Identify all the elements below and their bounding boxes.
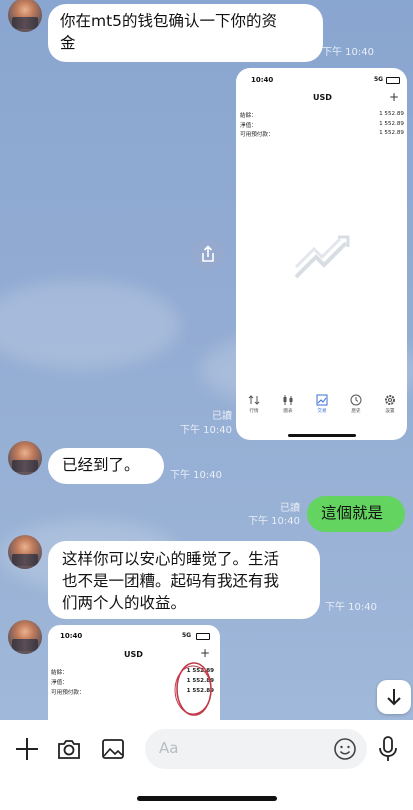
tab-history[interactable]: 歷史 [342, 394, 370, 414]
tab-label: 歷史 [351, 409, 361, 414]
tab-trade[interactable]: 交易 [308, 394, 336, 414]
message-text: 你在mt5的钱包确认一下你的资 [60, 12, 278, 30]
tab-label: 圖表 [283, 409, 293, 414]
free-margin-value: 1 552.89 [379, 130, 404, 136]
tab-quotes[interactable]: 行情 [240, 394, 268, 414]
tab-charts[interactable]: 圖表 [274, 394, 302, 414]
balance-label: 結餘： [51, 670, 68, 676]
read-receipt: 已讀 [280, 503, 300, 514]
balance-label: 結餘： [240, 113, 257, 119]
tab-label: 設置 [385, 409, 395, 414]
message-text: 这样你可以安心的睡觉了。生活 [62, 550, 280, 568]
avatar[interactable] [8, 620, 42, 654]
history-icon [350, 394, 362, 406]
home-indicator [137, 796, 277, 801]
message-time: 下午 10:40 [170, 470, 222, 481]
image-message-mt5-preview[interactable]: 10:40 5G USD + 結餘： 1 552.89 淨值： 1 552.89… [48, 625, 220, 735]
message-time: 下午 10:40 [325, 602, 377, 613]
tab-label: 行情 [249, 409, 259, 414]
equity-label: 淨值： [51, 680, 68, 686]
message-input-placeholder: Aa [159, 739, 179, 757]
currency-title: USD [313, 93, 332, 102]
avatar[interactable] [8, 441, 42, 475]
status-time: 10:40 [251, 76, 274, 84]
scroll-to-bottom-button[interactable] [377, 680, 411, 714]
status-time: 10:40 [60, 632, 83, 640]
free-margin-label: 可用預付款： [51, 690, 85, 696]
empty-trade-icon [294, 235, 350, 279]
tab-label: 交易 [317, 409, 327, 414]
home-indicator [288, 434, 356, 437]
share-icon [202, 245, 214, 262]
currency-title: USD [124, 650, 143, 659]
battery-icon [196, 633, 210, 640]
message-time: 下午 10:40 [248, 516, 300, 527]
add-button: + [389, 90, 400, 104]
message-input[interactable]: Aa [145, 729, 367, 769]
tab-settings[interactable]: 設置 [376, 394, 404, 414]
arrow-down-icon [387, 689, 401, 706]
equity-label: 淨值： [240, 123, 257, 129]
message-bubble-incoming[interactable]: 这样你可以安心的睡觉了。生活 也不是一团糟。起码有我还有我 们两个人的收益。 [48, 541, 320, 619]
add-button: + [200, 646, 211, 660]
read-receipt: 已讀 [212, 411, 232, 422]
microphone-icon[interactable] [376, 735, 400, 763]
mt5-tabbar: 行情 圖表 交易 歷史 設置 [236, 392, 407, 440]
balance-value: 1 552.89 [379, 111, 404, 117]
status-network: 5G [374, 76, 384, 83]
message-time: 下午 10:40 [322, 47, 374, 58]
status-network: 5G [182, 632, 192, 639]
message-text: 這個就是 [321, 504, 384, 522]
message-bubble-outgoing[interactable]: 這個就是 [307, 496, 405, 532]
camera-icon[interactable] [56, 736, 82, 762]
message-text: 金 [60, 34, 76, 52]
handdrawn-circle-mark [174, 662, 212, 716]
message-bubble-incoming[interactable]: 你在mt5的钱包确认一下你的资 金 [48, 4, 323, 62]
plus-icon[interactable] [14, 736, 40, 762]
message-text: 也不是一团糟。起码有我还有我 [62, 572, 280, 590]
gear-icon [385, 395, 395, 405]
updown-arrows-icon [248, 395, 260, 405]
message-text: 已经到了。 [62, 456, 140, 474]
message-bubble-incoming[interactable]: 已经到了。 [48, 448, 164, 484]
free-margin-label: 可用預付款： [240, 132, 274, 138]
message-time: 下午 10:40 [180, 425, 232, 436]
avatar[interactable] [8, 0, 42, 32]
image-message-mt5[interactable]: 10:40 5G USD + 結餘： 1 552.89 淨值： 1 552.89… [236, 68, 407, 440]
share-button[interactable] [192, 238, 224, 270]
image-icon[interactable] [100, 736, 126, 762]
trend-icon [316, 394, 328, 406]
avatar[interactable] [8, 535, 42, 569]
equity-value: 1 552.89 [379, 121, 404, 127]
battery-icon [386, 77, 400, 84]
candles-icon [283, 395, 293, 405]
composer-bar: Aa [0, 720, 413, 810]
message-text: 们两个人的收益。 [62, 594, 187, 612]
emoji-icon[interactable] [333, 737, 357, 761]
